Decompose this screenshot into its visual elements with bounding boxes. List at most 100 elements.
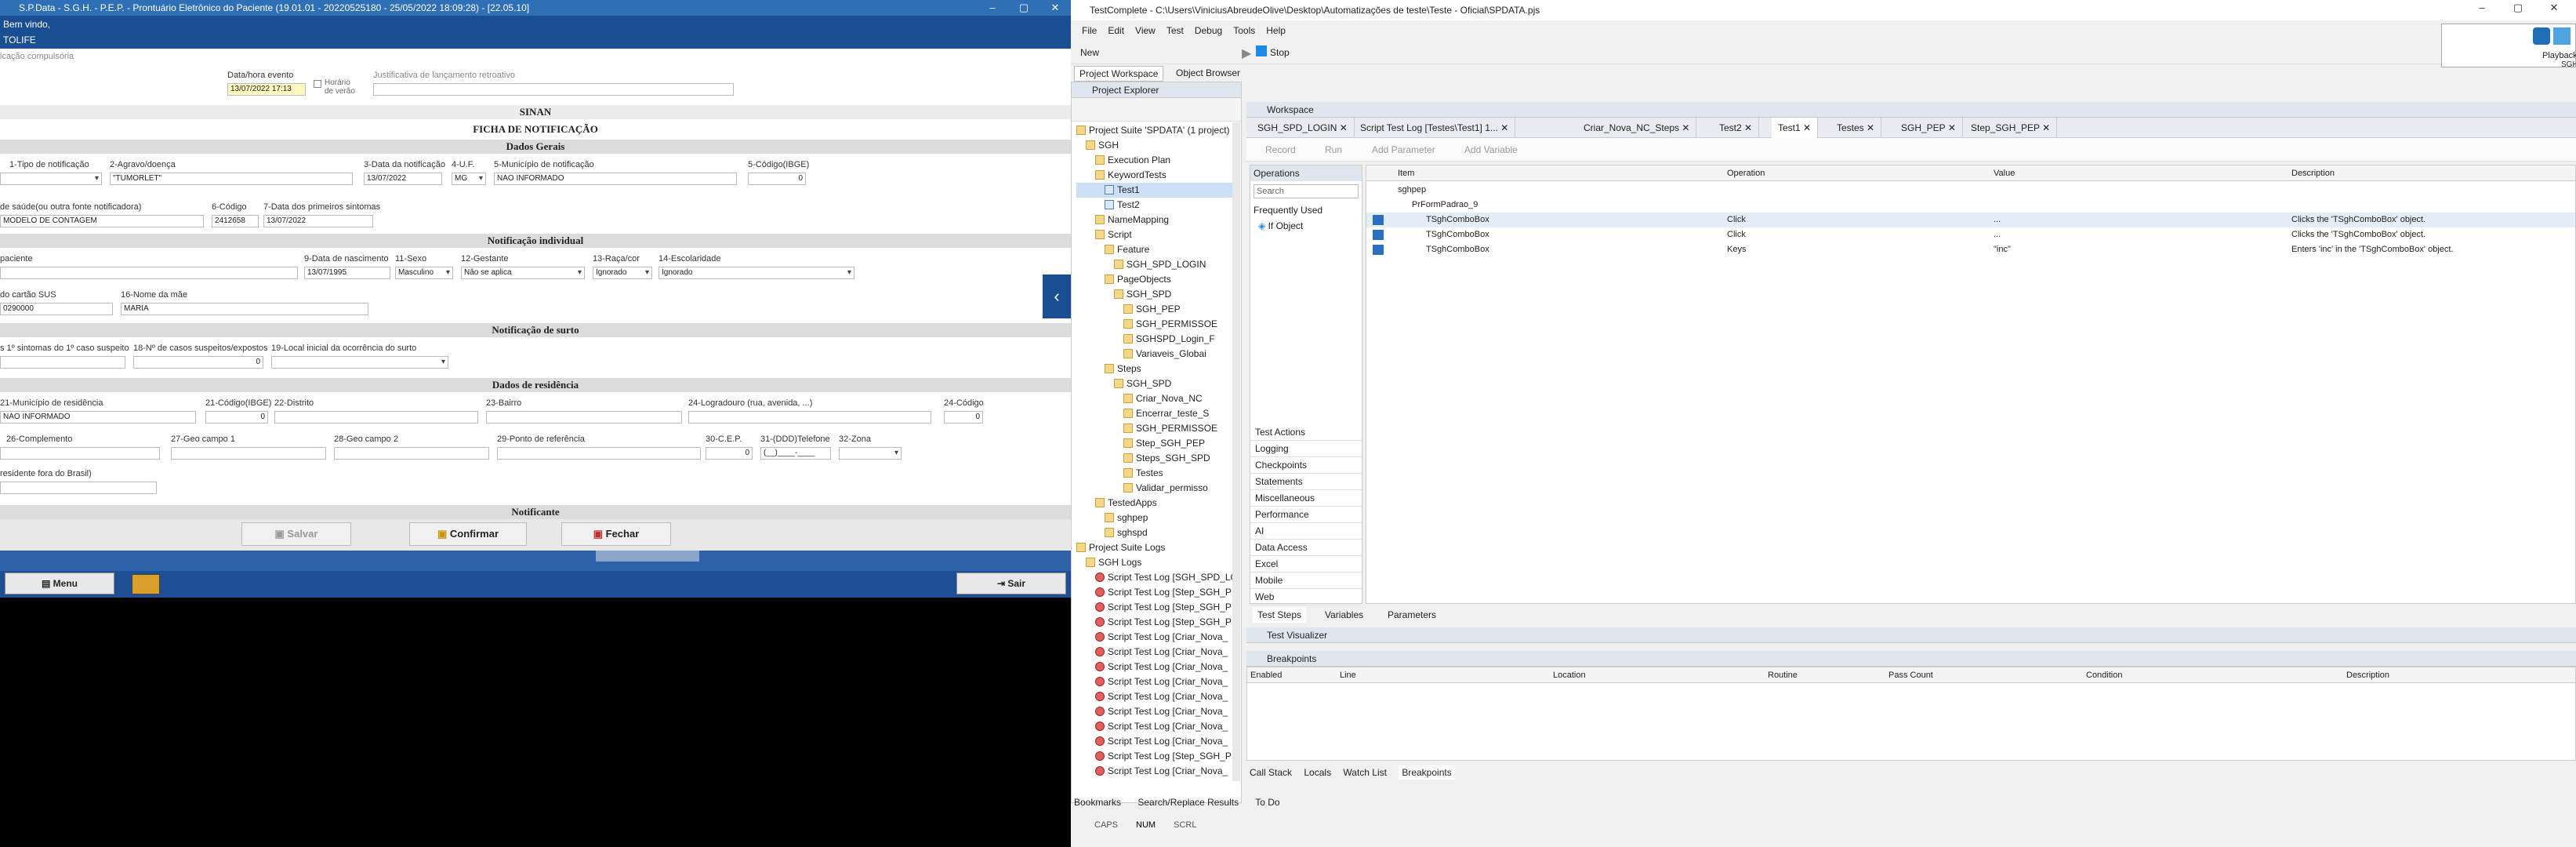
- tree-item[interactable]: Project Suite Logs: [1076, 540, 1239, 555]
- tree-item[interactable]: Script Test Log [Criar_Nova_: [1076, 764, 1239, 779]
- tab-object-browser[interactable]: Object Browser: [1176, 67, 1240, 78]
- logradouro-codigo-field[interactable]: 0: [944, 411, 983, 424]
- tree-item[interactable]: PageObjects: [1076, 272, 1239, 287]
- primeiros-sintomas-field[interactable]: 13/07/2022: [263, 215, 373, 227]
- geo-campo2-field[interactable]: [334, 447, 489, 460]
- add-variable-button[interactable]: Add Variable: [1464, 144, 1518, 155]
- operation-category[interactable]: Excel: [1250, 556, 1362, 573]
- operation-category[interactable]: Web: [1250, 589, 1362, 605]
- tree-item[interactable]: Testes: [1076, 466, 1239, 481]
- tree-item[interactable]: Test1: [1076, 183, 1239, 198]
- tree-item[interactable]: SGH_SPD: [1076, 376, 1239, 391]
- tree-item[interactable]: sghpep: [1076, 511, 1239, 525]
- paciente-field[interactable]: [0, 267, 298, 279]
- tree-item[interactable]: SGHSPD_Login_F: [1076, 332, 1239, 347]
- tree-item[interactable]: Script Test Log [SGH_SPD_LO: [1076, 570, 1239, 585]
- operation-category[interactable]: Statements: [1250, 474, 1362, 490]
- gestante-select[interactable]: Não se aplica: [461, 267, 585, 279]
- table-row[interactable]: TSghComboBox Click... Clicks the 'TSghComb…: [1366, 213, 2575, 227]
- tipo-notificacao-select[interactable]: [0, 173, 102, 185]
- codigo-ibge-field[interactable]: 0: [748, 173, 806, 185]
- tree-item[interactable]: Script Test Log [Step_SGH_P: [1076, 585, 1239, 600]
- confirmar-button[interactable]: ▣ Confirmar: [409, 522, 527, 546]
- if-object-item[interactable]: ◈ If Object: [1250, 219, 1362, 233]
- editor-tab[interactable]: Criar_Nova_NC_Steps ✕: [1577, 118, 1697, 138]
- tree-item[interactable]: Step_SGH_PEP: [1076, 436, 1239, 451]
- summer-time-checkbox[interactable]: [314, 80, 321, 88]
- tree-item[interactable]: SGH_PEP: [1076, 302, 1239, 317]
- tree-item[interactable]: SGH: [1076, 138, 1239, 153]
- run-button[interactable]: Run: [1325, 144, 1342, 155]
- tab-close-icon[interactable]: ✕: [1801, 122, 1811, 133]
- raca-select[interactable]: Ignorado: [593, 267, 652, 279]
- table-row[interactable]: TSghComboBox Keys "inc" Enters 'inc' in the…: [1366, 242, 2575, 257]
- record-button[interactable]: Record: [1265, 144, 1296, 155]
- tab-locals[interactable]: Locals: [1304, 767, 1331, 778]
- agravo-field[interactable]: "TUMORLET": [110, 173, 353, 185]
- tree-item[interactable]: Script Test Log [Step_SGH_P: [1076, 615, 1239, 630]
- tree-item[interactable]: Script Test Log [Criar_Nova_: [1076, 704, 1239, 719]
- sair-button[interactable]: ⇥ Sair: [956, 573, 1066, 594]
- local-surto-select[interactable]: [271, 356, 448, 369]
- editor-tab[interactable]: Step_SGH_PEP ✕: [1965, 118, 2058, 138]
- menu-help[interactable]: Help: [1266, 25, 1286, 36]
- tab-watch-list[interactable]: Watch List: [1343, 767, 1387, 778]
- bp-col-routine[interactable]: Routine: [1768, 667, 1798, 683]
- run-icon[interactable]: ▶: [1242, 45, 1251, 61]
- tree-item[interactable]: Script Test Log [Criar_Nova_: [1076, 719, 1239, 734]
- tree-item[interactable]: Script Test Log [Step_SGH_P: [1076, 600, 1239, 615]
- close-button[interactable]: ✕: [1039, 0, 1071, 16]
- menu-file[interactable]: File: [1082, 25, 1097, 36]
- menu-test[interactable]: Test: [1166, 25, 1184, 36]
- nascimento-field[interactable]: 13/07/1995: [304, 267, 390, 279]
- tree-root-row[interactable]: sghpep: [1366, 183, 2575, 198]
- col-operation[interactable]: Operation: [1727, 165, 1765, 181]
- editor-tab[interactable]: Script Test Log [Testes\Test1] 1... ✕: [1354, 118, 1516, 138]
- tab-close-icon[interactable]: ✕: [1498, 122, 1508, 133]
- new-button[interactable]: New: [1080, 47, 1099, 58]
- tab-to-do[interactable]: To Do: [1255, 797, 1279, 808]
- tree-item[interactable]: Steps_SGH_SPD: [1076, 451, 1239, 466]
- tab-call-stack[interactable]: Call Stack: [1250, 767, 1292, 778]
- tree-item[interactable]: Project Suite 'SPDATA' (1 project): [1076, 123, 1239, 138]
- fora-brasil-field[interactable]: [0, 482, 157, 494]
- logradouro-field[interactable]: [688, 411, 931, 424]
- codigo-field[interactable]: 2412658: [212, 215, 259, 227]
- tree-item[interactable]: Variaveis_Globai: [1076, 347, 1239, 362]
- salvar-button[interactable]: ▣ Salvar: [241, 522, 351, 546]
- tree-item[interactable]: Encerrar_teste_S: [1076, 406, 1239, 421]
- bp-col-pass-count[interactable]: Pass Count: [1888, 667, 1933, 683]
- menu-edit[interactable]: Edit: [1108, 25, 1124, 36]
- editor-tab[interactable]: SGH_PEP ✕: [1895, 118, 1963, 138]
- bairro-field[interactable]: [486, 411, 682, 424]
- tree-item[interactable]: Script Test Log [Criar_Nova_: [1076, 660, 1239, 674]
- explorer-scrollbar[interactable]: [1232, 122, 1240, 781]
- cep-field[interactable]: 0: [706, 447, 753, 460]
- tab-search-replace[interactable]: Search/Replace Results: [1137, 797, 1239, 808]
- stop-icon[interactable]: [1256, 45, 1267, 56]
- tab-close-icon[interactable]: ✕: [1337, 122, 1348, 133]
- menu-tools[interactable]: Tools: [1233, 25, 1255, 36]
- tab-bookmarks[interactable]: Bookmarks: [1074, 797, 1121, 808]
- tree-item[interactable]: Test2: [1076, 198, 1239, 213]
- operation-category[interactable]: AI: [1250, 523, 1362, 540]
- tree-item[interactable]: Script Test Log [Criar_Nova_: [1076, 630, 1239, 645]
- bp-col-location[interactable]: Location: [1553, 667, 1586, 683]
- operations-search-input[interactable]: Search: [1254, 184, 1359, 198]
- menu-button[interactable]: ▤ Menu: [5, 573, 114, 594]
- tab-test-steps[interactable]: Test Steps: [1253, 607, 1307, 623]
- bp-col-enabled[interactable]: Enabled: [1250, 667, 1282, 683]
- tree-item[interactable]: Feature: [1076, 242, 1239, 257]
- tab-variables[interactable]: Variables: [1325, 607, 1363, 623]
- tree-item[interactable]: SGH_PERMISSOE: [1076, 317, 1239, 332]
- tab-breakpoints[interactable]: Breakpoints: [1399, 765, 1455, 780]
- municipio-notificacao-field[interactable]: NAO INFORMADO: [494, 173, 737, 185]
- tree-item[interactable]: Script Test Log [Criar_Nova_: [1076, 674, 1239, 689]
- col-description[interactable]: Description: [2291, 165, 2335, 181]
- bp-col-description[interactable]: Description: [2346, 667, 2389, 683]
- cartao-sus-field[interactable]: 0290000: [0, 303, 113, 315]
- unidade-saude-field[interactable]: MODELO DE CONTAGEM: [0, 215, 204, 227]
- casos-suspeitos-field[interactable]: 0: [133, 356, 263, 369]
- zona-select[interactable]: [839, 447, 902, 460]
- event-date-field[interactable]: 13/07/2022 17:13: [227, 83, 306, 96]
